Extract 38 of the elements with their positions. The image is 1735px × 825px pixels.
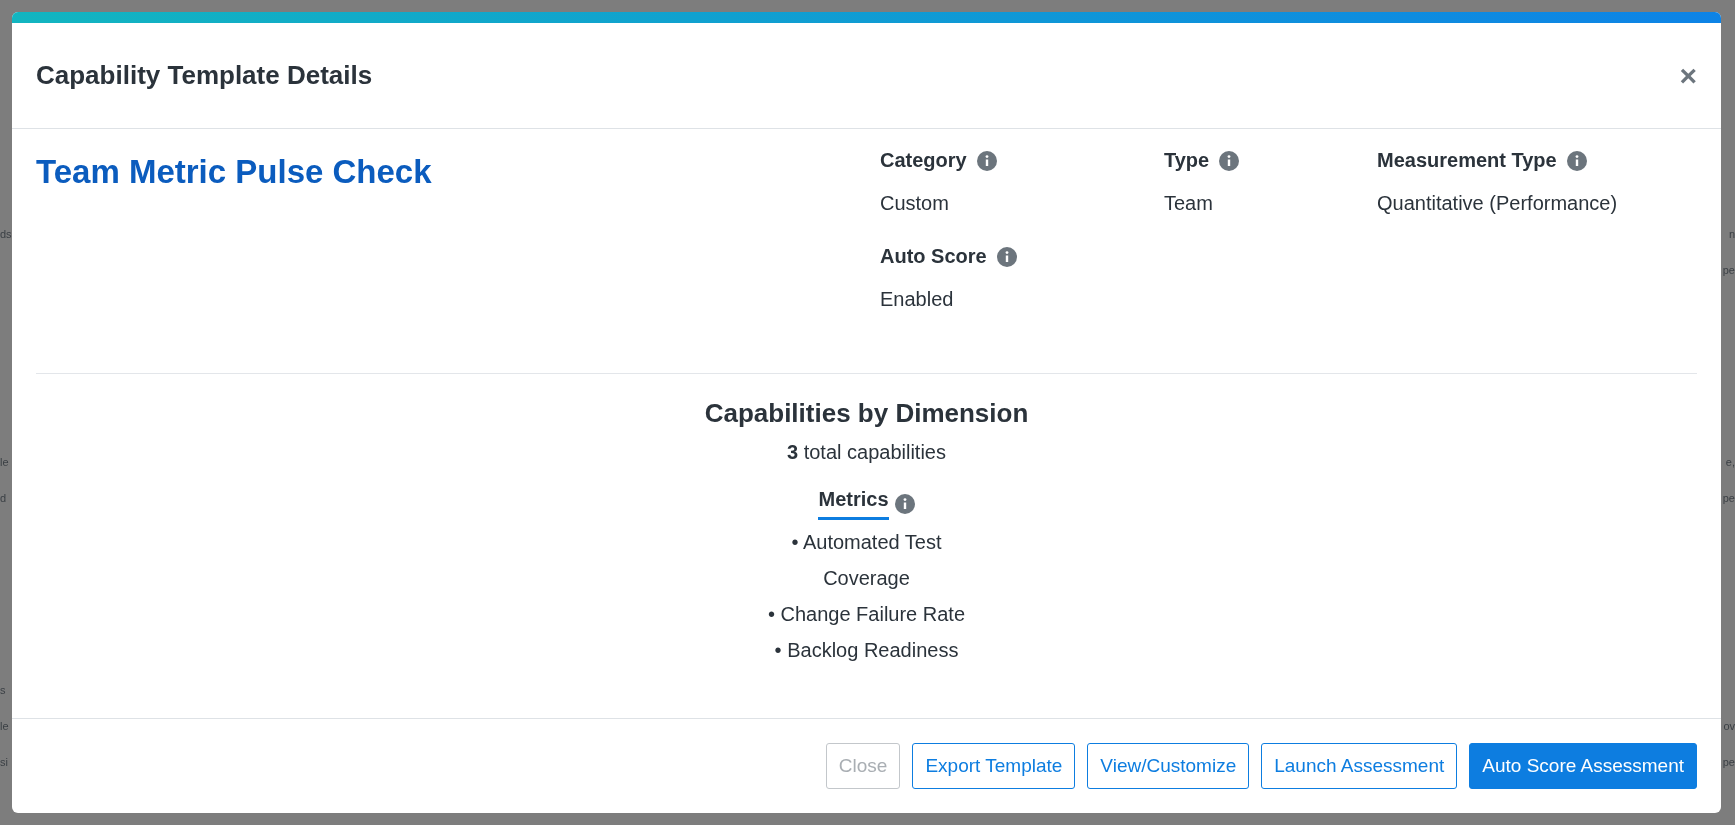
background-text: pe: [1722, 264, 1735, 276]
detail-label: Category: [880, 149, 967, 172]
template-name: Team Metric Pulse Check: [36, 153, 433, 192]
capability-item: • Backlog Readiness: [774, 638, 959, 663]
action-button[interactable]: Export Template: [912, 743, 1076, 789]
info-icon[interactable]: [996, 246, 1017, 267]
background-text: ds: [0, 228, 12, 240]
info-icon[interactable]: [1219, 150, 1240, 171]
action-button[interactable]: Launch Assessment: [1261, 743, 1458, 789]
background-text: le: [0, 456, 9, 468]
modal-title: Capability Template Details: [36, 60, 373, 91]
detail-label: Auto Score: [880, 245, 987, 268]
background-text: si: [0, 756, 8, 768]
background-text: pe: [1722, 492, 1735, 504]
close-button[interactable]: ×: [1679, 60, 1697, 91]
detail-value: Team: [1164, 192, 1214, 215]
background-text: n: [1728, 228, 1735, 240]
total-capabilities: 3 total capabilities: [787, 441, 946, 464]
detail-value: Custom: [880, 192, 950, 215]
section-title: Capabilities by Dimension: [704, 398, 1029, 429]
background-text: le: [0, 720, 9, 732]
action-button[interactable]: Auto Score Assessment: [1469, 743, 1697, 789]
info-icon[interactable]: [976, 150, 997, 171]
info-icon[interactable]: [894, 494, 915, 514]
capability-item: • Automated Test Coverage: [790, 530, 943, 591]
info-icon[interactable]: [1566, 150, 1587, 171]
dimension-tab[interactable]: Metrics: [818, 488, 889, 520]
detail-label: Measurement Type: [1377, 149, 1557, 172]
background-text: s: [0, 684, 6, 696]
action-button[interactable]: View/Customize: [1087, 743, 1250, 789]
detail-label: Type: [1164, 149, 1210, 172]
background-text: e,: [1725, 456, 1735, 468]
background-text: pe: [1722, 756, 1735, 768]
detail-value: Quantitative (Performance): [1377, 192, 1619, 215]
capability-item: • Change Failure Rate: [767, 602, 966, 627]
background-text: d: [0, 492, 7, 504]
detail-value: Enabled: [880, 288, 955, 311]
background-text: ov: [1723, 720, 1735, 732]
